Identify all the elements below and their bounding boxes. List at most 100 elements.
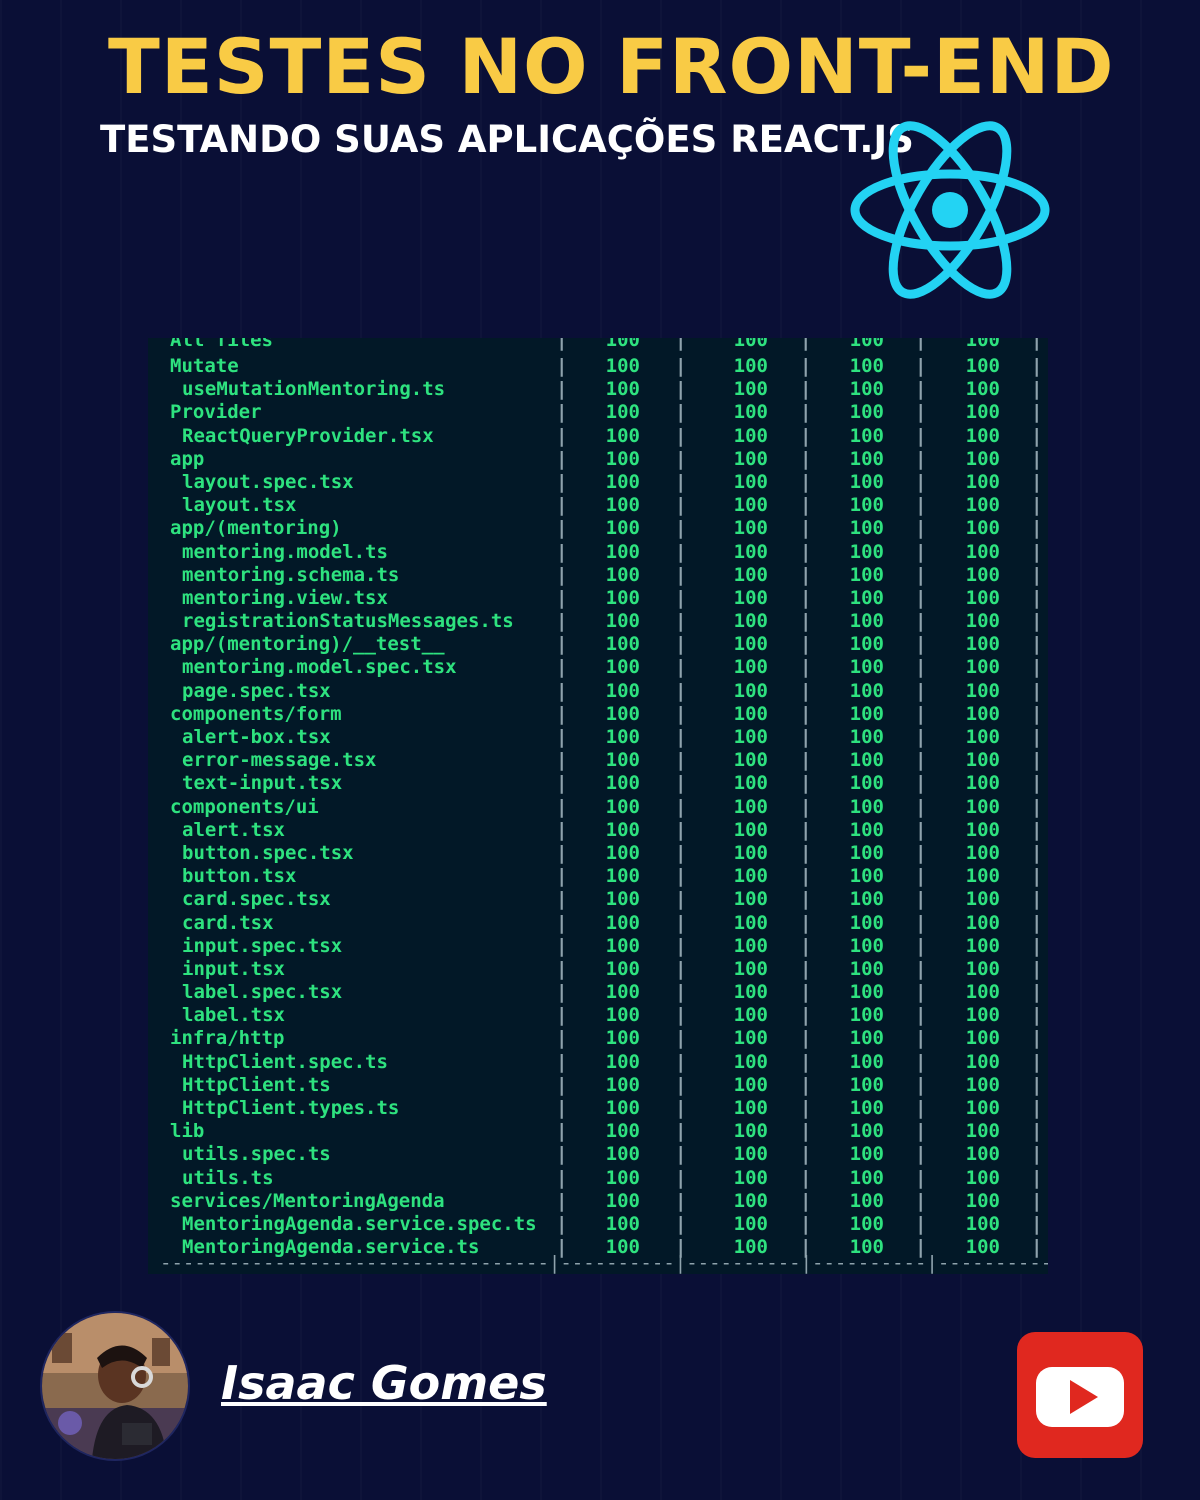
column-separator: | [915, 1027, 927, 1050]
table-row: services/MentoringAgenda | | | | | 100 100 100 10… [148, 1190, 1048, 1213]
coverage-value: 100 [605, 888, 640, 911]
file-name: button.tsx [182, 865, 297, 888]
coverage-value: 100 [849, 934, 884, 957]
coverage-value: 100 [849, 447, 884, 470]
column-separator: | [915, 1189, 927, 1212]
author-name[interactable]: Isaac Gomes [221, 1356, 547, 1410]
column-separator: | [1031, 1004, 1043, 1027]
column-separator: | [1031, 841, 1043, 864]
file-name: utils.spec.ts [182, 1143, 331, 1166]
table-row: registrationStatusMessages.ts | | | | | 100 100… [148, 610, 1048, 633]
table-row: mentoring.model.ts | | | | | 100 100 100 100 [148, 541, 1048, 564]
coverage-value: 100 [965, 1189, 1000, 1212]
column-separator: | [556, 795, 568, 818]
file-name: HttpClient.ts [182, 1073, 331, 1096]
coverage-value: 100 [605, 1050, 640, 1073]
coverage-value: 100 [849, 749, 884, 772]
file-name: app/(mentoring)/__test__ [170, 633, 445, 656]
table-row: All files | | | | | 100 100 100 100 [148, 338, 1048, 355]
table-row: mentoring.model.spec.tsx | | | | | 100 100 100 10… [148, 656, 1048, 679]
coverage-value: 100 [965, 818, 1000, 841]
author-avatar [40, 1311, 190, 1461]
file-name: button.spec.tsx [182, 841, 354, 864]
coverage-value: 100 [605, 981, 640, 1004]
coverage-value: 100 [849, 818, 884, 841]
coverage-value: 100 [605, 795, 640, 818]
coverage-value: 100 [965, 1097, 1000, 1119]
coverage-value: 100 [965, 517, 1000, 540]
column-separator: | [675, 934, 687, 957]
column-separator: | [556, 1166, 568, 1189]
column-separator: | [1031, 447, 1043, 470]
column-separator: | [556, 865, 568, 888]
table-row: Mutate | | | | | 100 100 100 100 [148, 355, 1048, 378]
column-separator: | [675, 470, 687, 493]
table-row: components/ui | | | | | 100 100 100 100 [148, 796, 1048, 819]
column-separator: | [675, 888, 687, 911]
column-separator: | [800, 470, 812, 493]
column-separator: | [675, 424, 687, 447]
column-separator: | [556, 772, 568, 795]
table-row: HttpClient.spec.ts | | | | | 100 100 100 100 [148, 1051, 1048, 1074]
column-separator: | [675, 610, 687, 633]
column-separator: | [675, 338, 687, 351]
column-separator: | [675, 378, 687, 401]
coverage-value: 100 [733, 1097, 768, 1119]
column-separator: | [1031, 586, 1043, 609]
coverage-value: 100 [849, 772, 884, 795]
table-row: layout.tsx | | | | | 100 100 100 100 [148, 494, 1048, 517]
coverage-value: 100 [605, 702, 640, 725]
column-separator: | [556, 1050, 568, 1073]
column-separator: | [915, 1073, 927, 1096]
coverage-value: 100 [605, 1073, 640, 1096]
column-separator: | [675, 1166, 687, 1189]
coverage-value: 100 [849, 1212, 884, 1235]
coverage-value: 100 [605, 338, 640, 351]
column-separator: | [1031, 1143, 1043, 1166]
file-name: text-input.tsx [182, 772, 343, 795]
coverage-value: 100 [849, 981, 884, 1004]
column-separator: | [675, 447, 687, 470]
file-name: Mutate [170, 355, 239, 377]
coverage-value: 100 [733, 934, 768, 957]
file-name: page.spec.tsx [182, 679, 331, 702]
column-separator: | [1031, 795, 1043, 818]
coverage-value: 100 [849, 517, 884, 540]
table-row: app | | | | | 100 100 100 100 [148, 448, 1048, 471]
column-separator: | [675, 818, 687, 841]
table-row: HttpClient.types.ts | | | | | 100 100 100 100 [148, 1097, 1048, 1120]
column-separator: | [800, 355, 812, 377]
column-separator: | [1031, 656, 1043, 679]
coverage-value: 100 [849, 338, 884, 351]
coverage-value: 100 [605, 540, 640, 563]
youtube-button[interactable] [1017, 1332, 1143, 1458]
coverage-value: 100 [605, 1027, 640, 1050]
table-row: alert.tsx | | | | | 100 100 100 100 [148, 819, 1048, 842]
column-separator: | [675, 841, 687, 864]
coverage-value: 100 [965, 726, 1000, 748]
column-separator: | [915, 447, 927, 470]
column-separator: | [556, 957, 568, 980]
coverage-value: 100 [849, 911, 884, 934]
coverage-value: 100 [733, 981, 768, 1004]
coverage-value: 100 [849, 1073, 884, 1096]
coverage-value: 100 [965, 338, 1000, 351]
column-separator: | [556, 656, 568, 679]
coverage-value: 100 [965, 424, 1000, 447]
file-name: infra/http [170, 1027, 285, 1050]
column-separator: | [800, 1189, 812, 1212]
file-name: components/ui [170, 795, 319, 818]
coverage-value: 100 [965, 656, 1000, 679]
column-separator: | [915, 424, 927, 447]
file-name: Provider [170, 401, 262, 424]
column-separator: | [556, 981, 568, 1004]
column-separator: | [675, 1073, 687, 1096]
column-separator: | [915, 679, 927, 702]
file-name: layout.tsx [182, 494, 297, 517]
coverage-value: 100 [605, 378, 640, 401]
column-separator: | [800, 981, 812, 1004]
coverage-value: 100 [849, 656, 884, 679]
column-separator: | [675, 656, 687, 679]
coverage-value: 100 [965, 586, 1000, 609]
column-separator: | [675, 911, 687, 934]
